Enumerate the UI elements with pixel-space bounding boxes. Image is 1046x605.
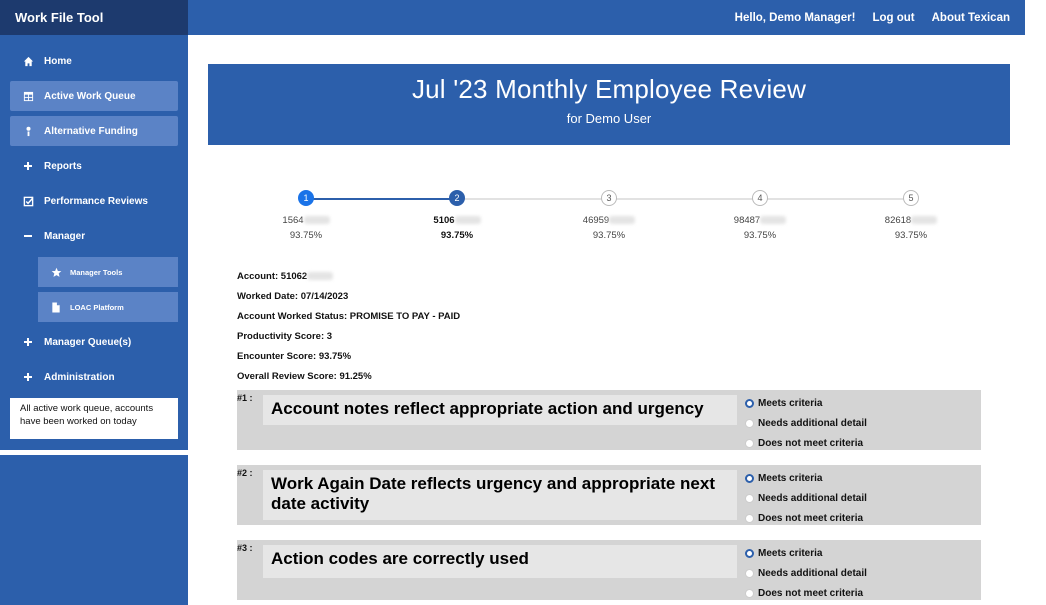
radio-selected-icon[interactable] [745, 398, 754, 408]
criteria-text: Action codes are correctly used [263, 545, 737, 578]
account-number: Account: 51062 [237, 271, 460, 291]
app-title: Work File Tool [0, 0, 188, 35]
productivity-score: Productivity Score: 3 [237, 331, 333, 342]
criteria-options: Meets criteria Needs additional detail D… [745, 468, 867, 528]
sidebar-item-active-work-queue[interactable]: Active Work Queue [10, 81, 178, 111]
sidebar-item-manager-tools[interactable]: Manager Tools [38, 257, 178, 287]
step-number: 1 [298, 190, 314, 206]
minus-icon [20, 231, 36, 241]
criteria-text: Work Again Date reflects urgency and app… [263, 470, 737, 520]
step-1[interactable]: 1 1564 93.75% [246, 190, 366, 241]
logout-link[interactable]: Log out [872, 12, 914, 24]
option-needs-additional-detail[interactable]: Needs additional detail [745, 413, 867, 433]
step-score: 93.75% [592, 230, 626, 241]
top-nav: Hello, Demo Manager! Log out About Texic… [735, 0, 1010, 35]
page-title: Jul '23 Monthly Employee Review [411, 74, 807, 104]
step-score: 93.75% [894, 230, 928, 241]
step-score: 93.75% [440, 230, 474, 241]
criteria-options: Meets criteria Needs additional detail D… [745, 543, 867, 603]
radio-icon[interactable] [745, 513, 754, 523]
radio-selected-icon[interactable] [745, 548, 754, 558]
encounter-score: Encounter Score: 93.75% [237, 351, 352, 362]
sidebar-item-label: LOAC Platform [70, 302, 124, 312]
checkbox-icon [20, 196, 36, 207]
criteria-block-2: #2 : Work Again Date reflects urgency an… [237, 465, 981, 525]
sidebar-item-performance-reviews[interactable]: Performance Reviews [10, 186, 178, 216]
sidebar-item-label: Manager Queue(s) [44, 336, 132, 348]
step-number: 3 [601, 190, 617, 206]
worked-status: Account Worked Status: PROMISE TO PAY - … [237, 311, 461, 322]
step-account: 1564 [246, 215, 366, 226]
option-needs-additional-detail[interactable]: Needs additional detail [745, 563, 867, 583]
page-subtitle: for Demo User [566, 111, 652, 126]
queue-status-info: All active work queue, accounts have bee… [10, 398, 178, 439]
step-number: 4 [752, 190, 768, 206]
stepper-track-line [457, 198, 911, 200]
step-account: 46959 [549, 215, 669, 226]
alert-icon [20, 126, 36, 137]
criteria-text: Account notes reflect appropriate action… [263, 395, 737, 425]
option-meets-criteria[interactable]: Meets criteria [745, 468, 867, 488]
radio-icon[interactable] [745, 493, 754, 503]
step-score: 93.75% [743, 230, 777, 241]
plus-icon [20, 161, 36, 171]
worked-date: Worked Date: 07/14/2023 [237, 291, 349, 302]
sidebar-item-home[interactable]: Home [10, 46, 178, 76]
criteria-options: Meets criteria Needs additional detail D… [745, 393, 867, 453]
plus-icon [20, 337, 36, 347]
sidebar-item-label: Manager [44, 230, 86, 242]
radio-icon[interactable] [745, 588, 754, 598]
step-account: 98487 [700, 215, 820, 226]
radio-icon[interactable] [745, 568, 754, 578]
step-5[interactable]: 5 82618 93.75% [851, 190, 971, 241]
step-2[interactable]: 2 5106 93.75% [397, 190, 517, 241]
about-link[interactable]: About Texican [932, 12, 1010, 24]
sidebar-item-label: Reports [44, 160, 82, 172]
criteria-number: #3 : [237, 543, 253, 553]
sidebar-item-administration[interactable]: Administration [10, 362, 178, 392]
radio-icon[interactable] [745, 438, 754, 448]
sidebar-item-label: Alternative Funding [44, 125, 138, 137]
option-needs-additional-detail[interactable]: Needs additional detail [745, 488, 867, 508]
greeting-link[interactable]: Hello, Demo Manager! [735, 12, 856, 24]
sidebar-item-manager-queues[interactable]: Manager Queue(s) [10, 327, 178, 357]
option-meets-criteria[interactable]: Meets criteria [745, 543, 867, 563]
sidebar-item-loac-platform[interactable]: LOAC Platform [38, 292, 178, 322]
step-account: 5106 [397, 215, 517, 226]
step-score: 93.75% [289, 230, 323, 241]
step-number: 2 [449, 190, 465, 206]
criteria-block-1: #1 : Account notes reflect appropriate a… [237, 390, 981, 450]
option-does-not-meet-criteria[interactable]: Does not meet criteria [745, 433, 867, 453]
criteria-number: #1 : [237, 393, 253, 403]
sidebar-item-reports[interactable]: Reports [10, 151, 178, 181]
account-details: Account: 51062 Worked Date: 07/14/2023 A… [237, 271, 460, 391]
sidebar-item-label: Manager Tools [70, 267, 123, 277]
step-4[interactable]: 4 98487 93.75% [700, 190, 820, 241]
sidebar-item-label: Active Work Queue [44, 90, 136, 102]
step-account: 82618 [851, 215, 971, 226]
sidebar-item-alternative-funding[interactable]: Alternative Funding [10, 116, 178, 146]
sidebar-item-manager[interactable]: Manager [10, 221, 178, 251]
star-icon [48, 267, 64, 278]
option-meets-criteria[interactable]: Meets criteria [745, 393, 867, 413]
plus-icon [20, 372, 36, 382]
criteria-number: #2 : [237, 468, 253, 478]
criteria-block-3: #3 : Action codes are correctly used Mee… [237, 540, 981, 600]
table-icon [20, 91, 36, 102]
sidebar-item-label: Home [44, 55, 72, 67]
radio-icon[interactable] [745, 418, 754, 428]
sidebar-item-label: Performance Reviews [44, 195, 148, 207]
step-number: 5 [903, 190, 919, 206]
sidebar-item-label: Administration [44, 371, 115, 383]
radio-selected-icon[interactable] [745, 473, 754, 483]
file-icon [48, 301, 64, 313]
step-3[interactable]: 3 46959 93.75% [549, 190, 669, 241]
option-does-not-meet-criteria[interactable]: Does not meet criteria [745, 508, 867, 528]
option-does-not-meet-criteria[interactable]: Does not meet criteria [745, 583, 867, 603]
overall-review-score: Overall Review Score: 91.25% [237, 371, 372, 382]
review-header: Jul '23 Monthly Employee Review for Demo… [208, 64, 1010, 145]
home-icon [20, 56, 36, 67]
top-bar: Hello, Demo Manager! Log out About Texic… [188, 0, 1025, 35]
sidebar-lower-panel [0, 455, 188, 605]
